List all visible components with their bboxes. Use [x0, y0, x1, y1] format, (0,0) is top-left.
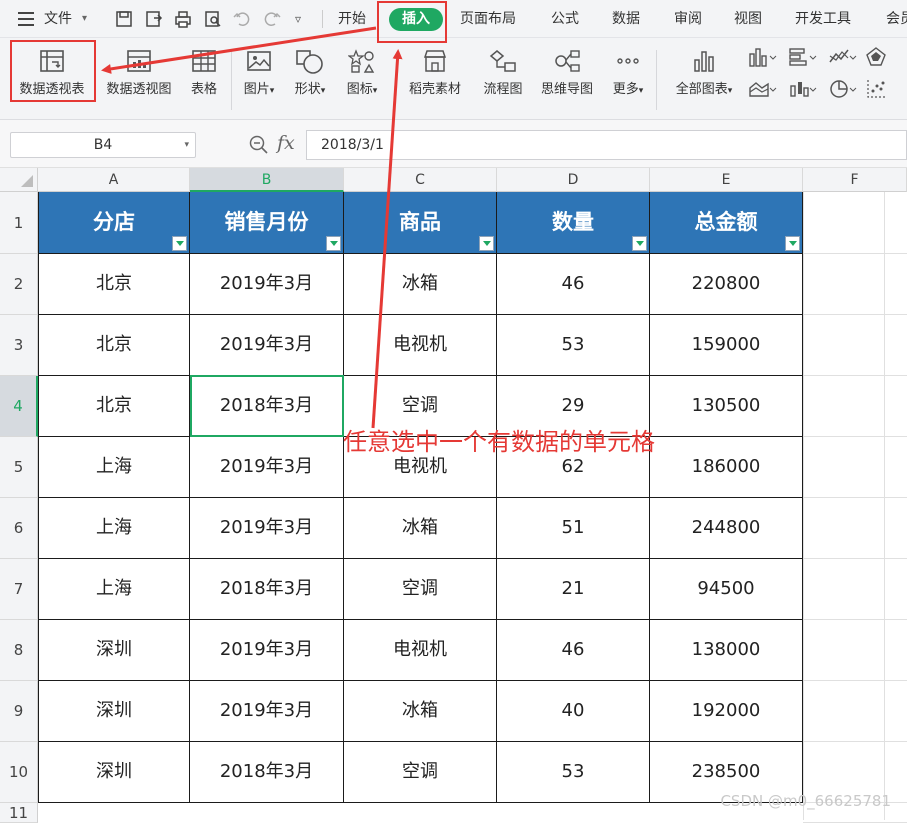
arrow-insert-to-pivot	[101, 26, 377, 74]
watermark: CSDN @m0_66625781	[720, 792, 891, 810]
arrow-cell-to-insert	[371, 49, 403, 429]
annotation-arrows	[101, 26, 403, 429]
annotation-text: 任意选中一个有数据的单元格	[343, 428, 655, 456]
